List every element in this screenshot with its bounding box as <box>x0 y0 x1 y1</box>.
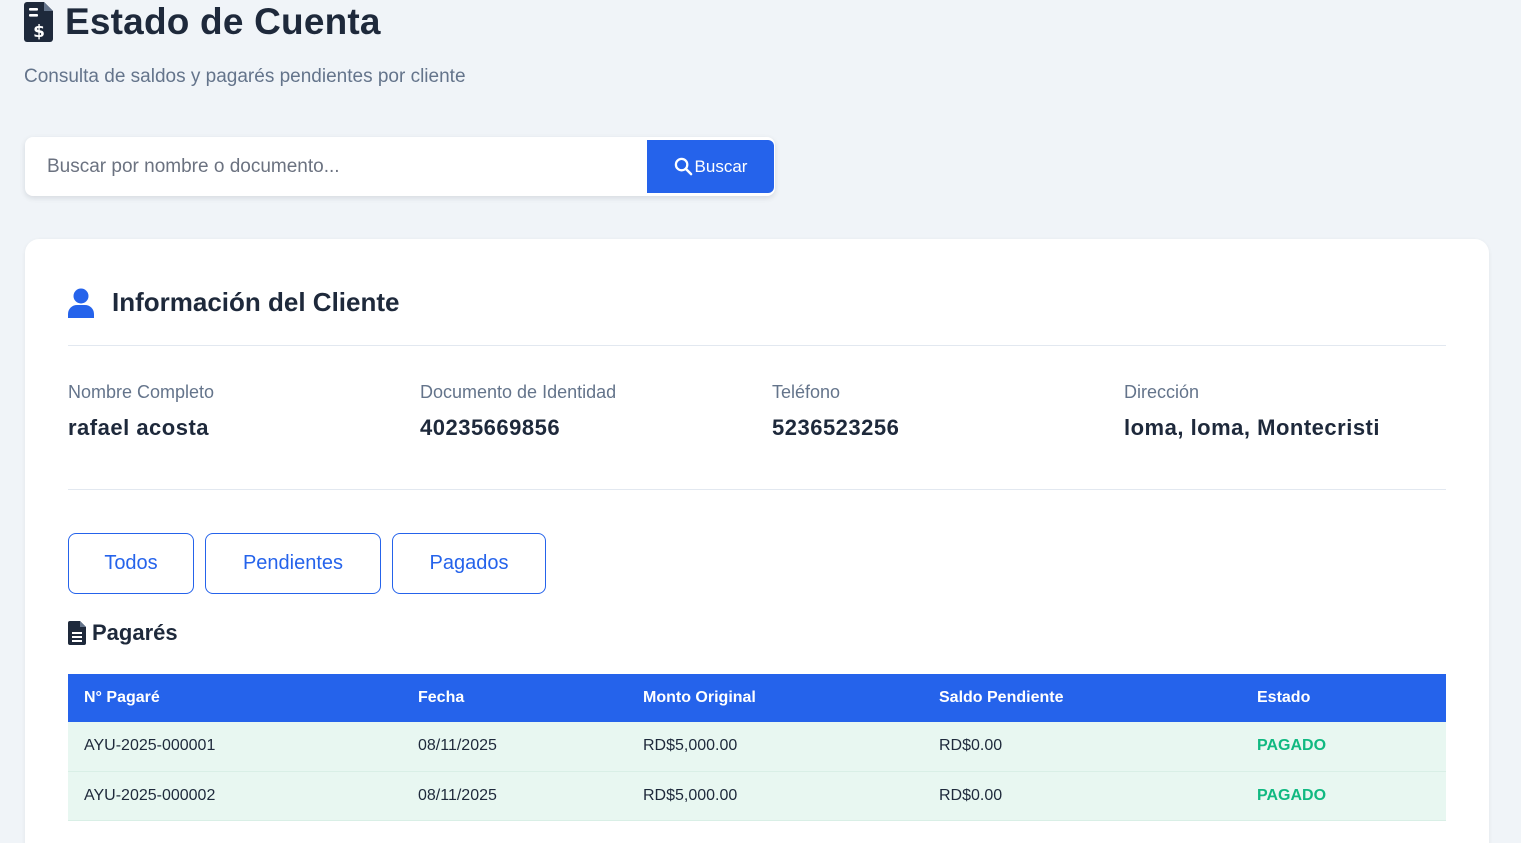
divider <box>68 489 1446 490</box>
client-name-value: rafael acosta <box>68 415 210 440</box>
status-badge: PAGADO <box>1241 771 1446 821</box>
column-header-fecha: Fecha <box>402 674 627 722</box>
client-address-value: loma, loma, Montecristi <box>1124 415 1380 440</box>
status-badge: PAGADO <box>1241 722 1446 772</box>
client-name-field: Nombre Completo rafael acosta <box>68 382 420 441</box>
pagares-header: Pagarés <box>68 620 178 646</box>
document-icon <box>68 621 86 645</box>
page-title: Estado de Cuenta <box>65 1 381 42</box>
cell-fecha: 08/11/2025 <box>402 771 627 821</box>
client-phone-field: Teléfono 5236523256 <box>772 382 1124 441</box>
cell-saldo: RD$0.00 <box>923 722 1241 772</box>
invoice-dollar-icon: $ <box>24 2 54 42</box>
client-phone-value: 5236523256 <box>772 415 900 440</box>
search-box: Buscar <box>25 137 775 196</box>
filter-pending-button[interactable]: Pendientes <box>205 533 381 594</box>
column-header-estado: Estado <box>1241 674 1446 722</box>
filter-buttons: Todos Pendientes Pagados <box>68 533 546 594</box>
client-section-header: Información del Cliente <box>68 287 400 318</box>
divider <box>68 345 1446 346</box>
cell-monto: RD$5,000.00 <box>627 722 923 772</box>
cell-fecha: 08/11/2025 <box>402 722 627 772</box>
field-label: Nombre Completo <box>68 382 215 402</box>
client-card: Información del Cliente Nombre Completo … <box>25 239 1489 843</box>
page-header: $ Estado de Cuenta Consulta de saldos y … <box>24 0 466 88</box>
search-icon <box>674 157 693 176</box>
pagares-title: Pagarés <box>92 620 178 645</box>
search-button[interactable]: Buscar <box>647 140 774 193</box>
user-icon <box>68 288 94 318</box>
client-info-grid: Nombre Completo rafael acosta Documento … <box>68 382 1478 441</box>
page-subtitle: Consulta de saldos y pagarés pendientes … <box>24 66 466 87</box>
column-header-saldo: Saldo Pendiente <box>923 674 1241 722</box>
column-header-numero: N° Pagaré <box>68 674 402 722</box>
table-row: AYU-2025-000001 08/11/2025 RD$5,000.00 R… <box>68 722 1446 772</box>
client-address-field: Dirección loma, loma, Montecristi <box>1124 382 1476 441</box>
cell-saldo: RD$0.00 <box>923 771 1241 821</box>
cell-numero: AYU-2025-000001 <box>68 722 402 772</box>
client-document-field: Documento de Identidad 40235669856 <box>420 382 772 441</box>
cell-numero: AYU-2025-000002 <box>68 771 402 821</box>
field-label: Teléfono <box>772 382 841 402</box>
filter-all-button[interactable]: Todos <box>68 533 194 594</box>
column-header-monto: Monto Original <box>627 674 923 722</box>
table-header-row: N° Pagaré Fecha Monto Original Saldo Pen… <box>68 674 1446 722</box>
search-button-label: Buscar <box>694 156 748 176</box>
cell-monto: RD$5,000.00 <box>627 771 923 821</box>
client-document-value: 40235669856 <box>420 415 561 440</box>
client-section-title: Información del Cliente <box>112 287 400 317</box>
filter-paid-button[interactable]: Pagados <box>392 533 546 594</box>
pagares-table: N° Pagaré Fecha Monto Original Saldo Pen… <box>68 674 1446 821</box>
field-label: Dirección <box>1124 382 1200 402</box>
table-row: AYU-2025-000002 08/11/2025 RD$5,000.00 R… <box>68 771 1446 821</box>
svg-text:$: $ <box>33 22 45 42</box>
search-input[interactable] <box>25 137 647 196</box>
field-label: Documento de Identidad <box>420 382 617 402</box>
title-row: $ Estado de Cuenta <box>24 0 466 44</box>
